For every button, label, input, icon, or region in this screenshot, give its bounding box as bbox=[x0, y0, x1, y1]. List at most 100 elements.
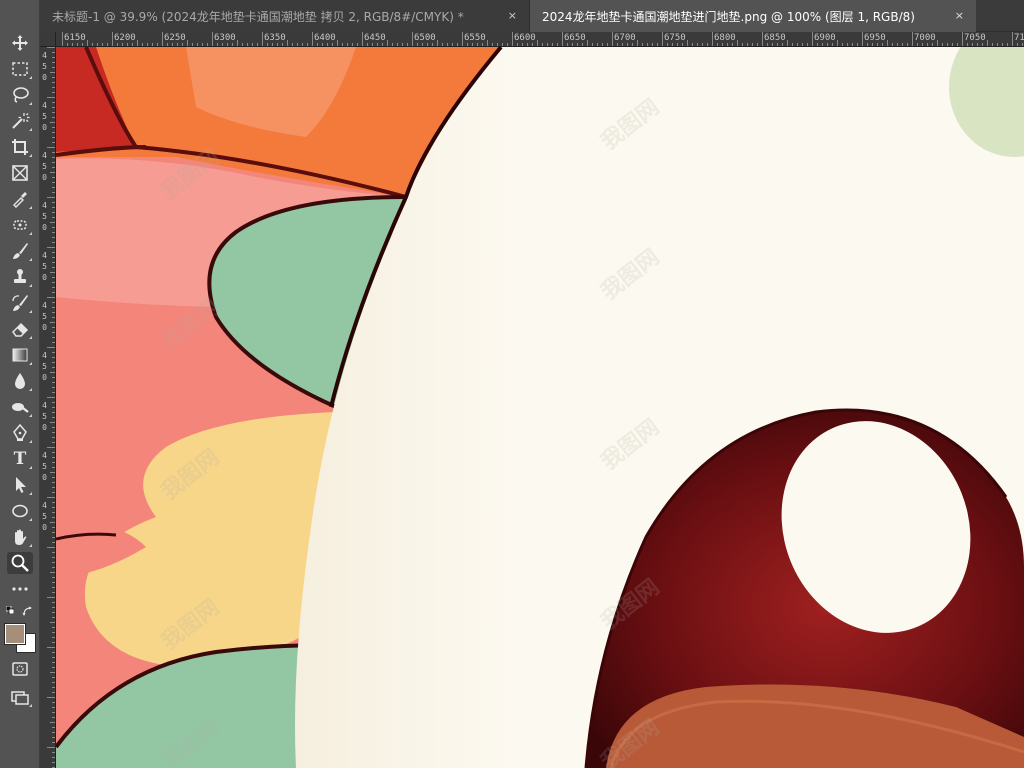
frame-tool-icon bbox=[12, 165, 28, 181]
ruler-minor-tick bbox=[957, 43, 958, 46]
crop-tool[interactable] bbox=[7, 136, 33, 158]
ruler-minor-tick bbox=[897, 43, 898, 46]
ruler-minor-tick bbox=[902, 43, 903, 46]
ruler-minor-tick bbox=[52, 102, 55, 103]
ruler-minor-tick bbox=[52, 417, 55, 418]
ruler-minor-tick bbox=[52, 317, 55, 318]
ruler-minor-tick bbox=[77, 43, 78, 46]
ruler-minor-tick bbox=[647, 43, 648, 46]
screen-mode[interactable] bbox=[7, 686, 33, 708]
move-tool[interactable] bbox=[7, 32, 33, 54]
ruler-minor-tick bbox=[187, 40, 188, 46]
close-icon[interactable]: × bbox=[508, 9, 517, 22]
zoom-tool[interactable] bbox=[7, 552, 33, 574]
ruler-minor-tick bbox=[507, 43, 508, 46]
ruler-label: 7050 bbox=[964, 33, 986, 43]
ruler-minor-tick bbox=[567, 43, 568, 46]
default-colors-icon[interactable] bbox=[6, 606, 14, 614]
ruler-minor-tick bbox=[247, 43, 248, 46]
ruler-major-tick bbox=[962, 32, 963, 46]
ruler-minor-tick bbox=[47, 647, 55, 648]
ruler-minor-tick bbox=[992, 43, 993, 46]
ellipse-tool[interactable] bbox=[7, 500, 33, 522]
eyedropper-tool[interactable] bbox=[7, 188, 33, 210]
close-icon[interactable]: × bbox=[955, 9, 964, 22]
ruler-minor-tick bbox=[52, 337, 55, 338]
horizontal-ruler[interactable]: 6150 6200 6250 6300 6350 6400 6450 6500 6550 6600… bbox=[56, 32, 1024, 47]
ruler-minor-tick bbox=[952, 43, 953, 46]
vertical-ruler[interactable]: 4 5 0 4 5 0 4 5 0 4 5 0 4 5 0 4 5 0 4 5 0 4 5 0 4 5 0 4 5 0 bbox=[40, 47, 56, 768]
ruler-label: 4 bbox=[42, 301, 47, 310]
ruler-minor-tick bbox=[452, 43, 453, 46]
tab-title: 2024龙年地垫卡通国潮地垫进门地垫.png @ 100% (图层 1, RGB… bbox=[542, 9, 915, 24]
ruler-minor-tick bbox=[1017, 43, 1018, 46]
lasso-tool[interactable] bbox=[7, 84, 33, 106]
brush-tool[interactable] bbox=[7, 240, 33, 262]
ruler-label: 6750 bbox=[664, 33, 686, 43]
ruler-minor-tick bbox=[52, 692, 55, 693]
ruler-minor-tick bbox=[52, 392, 55, 393]
ruler-minor-tick bbox=[50, 122, 55, 123]
ruler-minor-tick bbox=[292, 43, 293, 46]
ruler-minor-tick bbox=[142, 43, 143, 46]
ruler-minor-tick bbox=[357, 43, 358, 46]
clone-stamp-tool[interactable] bbox=[7, 266, 33, 288]
ruler-minor-tick bbox=[492, 43, 493, 46]
ruler-minor-tick bbox=[252, 43, 253, 46]
ruler-minor-tick bbox=[572, 43, 573, 46]
hand-tool[interactable] bbox=[7, 526, 33, 548]
ruler-minor-tick bbox=[52, 517, 55, 518]
healing-brush-tool[interactable] bbox=[7, 214, 33, 236]
ruler-origin[interactable] bbox=[40, 32, 56, 47]
document-tab-active[interactable]: 2024龙年地垫卡通国潮地垫进门地垫.png @ 100% (图层 1, RGB… bbox=[530, 0, 976, 32]
dodge-tool[interactable] bbox=[7, 396, 33, 418]
ruler-label: 4 bbox=[42, 501, 47, 510]
swap-colors-icon[interactable] bbox=[22, 606, 34, 618]
blur-tool[interactable] bbox=[7, 370, 33, 392]
ruler-minor-tick bbox=[302, 43, 303, 46]
magic-wand-tool[interactable] bbox=[7, 110, 33, 132]
pen-tool[interactable] bbox=[7, 422, 33, 444]
ruler-minor-tick bbox=[947, 43, 948, 46]
type-tool[interactable]: T bbox=[7, 448, 33, 470]
ruler-minor-tick bbox=[342, 43, 343, 46]
document-tab-untitled[interactable]: 未标题-1 @ 39.9% (2024龙年地垫卡通国潮地垫 拷贝 2, RGB/… bbox=[40, 0, 530, 32]
gradient-tool-icon bbox=[12, 348, 28, 362]
path-selection-tool[interactable] bbox=[7, 474, 33, 496]
marquee-tool[interactable] bbox=[7, 58, 33, 80]
ruler-label: 6850 bbox=[764, 33, 786, 43]
ruler-minor-tick bbox=[202, 43, 203, 46]
ruler-minor-tick bbox=[847, 43, 848, 46]
ruler-label: 4 bbox=[42, 451, 47, 460]
ruler-minor-tick bbox=[52, 502, 55, 503]
quick-mask-mode[interactable] bbox=[7, 658, 33, 680]
quick-mask-icon bbox=[12, 662, 28, 676]
ruler-minor-tick bbox=[702, 43, 703, 46]
lasso-tool-icon bbox=[13, 87, 29, 103]
foreground-color-swatch[interactable] bbox=[4, 623, 26, 645]
ruler-label: 6450 bbox=[364, 33, 386, 43]
ruler-minor-tick bbox=[552, 43, 553, 46]
history-brush-tool[interactable] bbox=[7, 292, 33, 314]
ruler-label: 5 bbox=[42, 512, 47, 521]
more-tools[interactable] bbox=[7, 578, 33, 600]
frame-tool[interactable] bbox=[7, 162, 33, 184]
document-canvas[interactable]: 我图网 我图网 我图网 我图网 我图网 我图网 我图网 我图网 我图网 我图网 bbox=[56, 47, 1024, 768]
ruler-minor-tick bbox=[677, 43, 678, 46]
ruler-minor-tick bbox=[52, 512, 55, 513]
artwork bbox=[56, 47, 1024, 768]
ruler-minor-tick bbox=[52, 467, 55, 468]
ruler-label: 4 bbox=[42, 51, 47, 60]
ruler-minor-tick bbox=[352, 43, 353, 46]
type-tool-icon: T bbox=[13, 449, 27, 469]
ruler-minor-tick bbox=[657, 43, 658, 46]
gradient-tool[interactable] bbox=[7, 344, 33, 366]
ruler-minor-tick bbox=[52, 292, 55, 293]
ruler-minor-tick bbox=[127, 43, 128, 46]
ruler-minor-tick bbox=[722, 43, 723, 46]
ruler-minor-tick bbox=[52, 262, 55, 263]
eraser-tool[interactable] bbox=[7, 318, 33, 340]
ruler-minor-tick bbox=[437, 40, 438, 46]
ruler-minor-tick bbox=[47, 197, 55, 198]
ruler-minor-tick bbox=[582, 43, 583, 46]
